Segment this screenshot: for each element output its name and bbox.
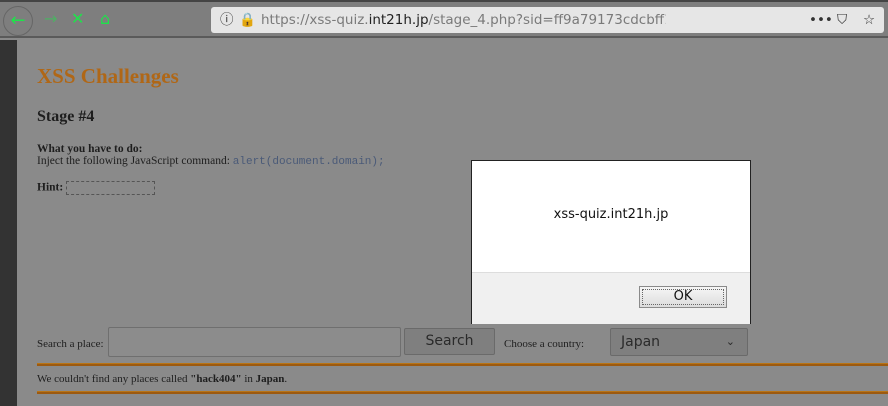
sidebar-strip bbox=[0, 40, 17, 406]
stop-icon[interactable]: ✕ bbox=[71, 8, 84, 30]
result-query: "hack404" bbox=[190, 373, 242, 385]
country-select[interactable]: Japan ⌄ bbox=[610, 328, 748, 356]
lock-icon: 🔒 bbox=[239, 12, 256, 28]
url-domain: int21h.jp bbox=[368, 12, 429, 28]
more-icon[interactable]: ••• bbox=[809, 7, 833, 33]
search-button[interactable]: Search bbox=[404, 328, 495, 355]
country-label: Choose a country: bbox=[504, 338, 585, 350]
ok-button[interactable]: OK bbox=[639, 286, 727, 308]
divider bbox=[0, 0, 888, 2]
divider bbox=[37, 363, 888, 366]
divider bbox=[37, 391, 888, 394]
stage-title: Stage #4 bbox=[37, 108, 95, 125]
task-text: Inject the following JavaScript command: bbox=[37, 155, 233, 167]
page-content: XSS Challenges Stage #4 What you have to… bbox=[17, 40, 888, 406]
alert-message: xss-quiz.int21h.jp bbox=[553, 207, 669, 222]
search-input[interactable] bbox=[108, 327, 401, 357]
result-country: Japan bbox=[255, 373, 285, 385]
url-prefix: https://xss-quiz. bbox=[261, 12, 369, 28]
url-path: /stage_4.php?sid=ff9a79173cdcbff1db280bc… bbox=[428, 12, 666, 28]
url-bar[interactable]: ⓘ 🔒 https://xss-quiz.int21h.jp/stage_4.p… bbox=[211, 7, 884, 33]
pocket-icon[interactable]: ⛉ bbox=[837, 7, 847, 33]
page-title: XSS Challenges bbox=[37, 64, 179, 88]
home-icon[interactable]: ⌂ bbox=[100, 8, 110, 30]
browser-toolbar: ← → ✕ ⌂ ⓘ 🔒 https://xss-quiz.int21h.jp/s… bbox=[0, 0, 888, 38]
back-icon[interactable]: ← bbox=[3, 6, 33, 36]
alert-dialog: xss-quiz.int21h.jp OK bbox=[471, 160, 751, 324]
result-text: . bbox=[284, 373, 288, 385]
star-icon[interactable]: ☆ bbox=[863, 7, 875, 33]
chevron-down-icon: ⌄ bbox=[725, 335, 735, 348]
hint-box[interactable] bbox=[66, 181, 156, 195]
hint: Hint: bbox=[37, 181, 156, 195]
task-label: What you have to do: bbox=[37, 143, 143, 155]
task: What you have to do: Inject the followin… bbox=[37, 143, 385, 168]
task-command: alert(document.domain); bbox=[232, 156, 385, 168]
search-label: Search a place: bbox=[37, 338, 104, 350]
result-text: in bbox=[241, 373, 256, 385]
info-icon[interactable]: ⓘ bbox=[220, 7, 234, 33]
hint-label: Hint: bbox=[37, 181, 64, 194]
country-value: Japan bbox=[621, 334, 661, 350]
result-message: We couldn't find any places called "hack… bbox=[37, 373, 287, 385]
result-text: We couldn't find any places called bbox=[37, 373, 191, 385]
forward-icon[interactable]: → bbox=[44, 8, 57, 30]
